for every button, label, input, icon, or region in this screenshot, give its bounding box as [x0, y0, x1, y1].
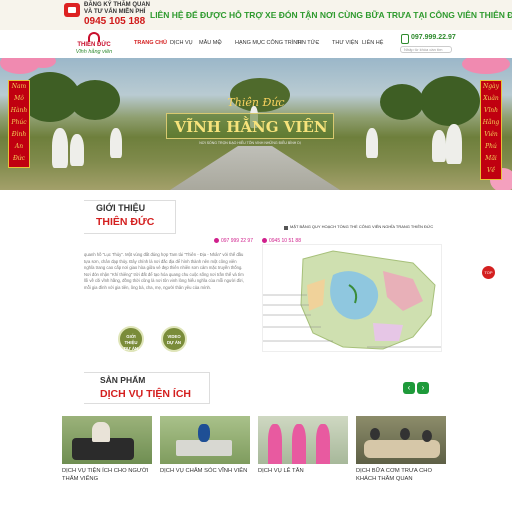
banner-subtitle: NƠI SỐNG TRỌN ĐẠO HIẾU TÔN VINH NHỮNG ĐI…: [199, 141, 301, 145]
service-card-reception[interactable]: [258, 416, 348, 464]
site-plan-illustration: [263, 250, 441, 350]
service-caption[interactable]: DỊCH VỤ CHĂM SÓC VĨNH VIỄN: [160, 467, 256, 475]
site-plan-map[interactable]: [262, 244, 442, 352]
intro-project-button[interactable]: GIỚI THIỆU DỰ ÁN: [118, 326, 144, 352]
register-line2: VÀ TƯ VẤN MIỄN PHÍ: [84, 9, 146, 15]
chevron-down-icon[interactable]: ▾: [218, 40, 220, 45]
promo-text: LIÊN HỆ ĐỂ ĐƯỢC HỖ TRỢ XE ĐÓN TẬN NƠI CÙ…: [150, 10, 512, 20]
phone-pill-1[interactable]: 097 999 22 97: [214, 237, 253, 245]
search-input[interactable]: Nhập từ khóa cần tìm: [400, 46, 452, 53]
service-card-lunch[interactable]: [356, 416, 446, 464]
site-logo[interactable]: THIÊN ĐỨC Vĩnh hằng viên: [66, 31, 122, 57]
video-project-button[interactable]: VIDEO DỰ ÁN: [161, 326, 187, 352]
chevron-down-icon[interactable]: ▾: [316, 40, 318, 45]
intro-subheading: THIÊN ĐỨC: [96, 216, 155, 228]
logo-subtitle: Vĩnh hằng viên: [75, 49, 113, 55]
nav-home[interactable]: TRANG CHỦ: [134, 40, 167, 46]
carousel-prev-button[interactable]: ‹: [403, 382, 415, 394]
nav-services[interactable]: DỊCH VỤ: [170, 40, 193, 46]
nav-phone[interactable]: 097.999.22.97: [411, 34, 456, 41]
hotline-number[interactable]: 0945 105 188: [84, 16, 145, 27]
service-caption[interactable]: DỊCH VỤ TIỆN ÍCH CHO NGƯỜI THĂM VIẾNG: [62, 467, 158, 483]
services-heading: SẢN PHẨM: [100, 375, 146, 385]
nav-contact[interactable]: LIÊN HỆ: [362, 40, 383, 46]
service-card-care[interactable]: [160, 416, 250, 464]
banner-title-box: VĨNH HẰNG VIÊN: [166, 113, 334, 139]
phone-icon: [214, 238, 219, 244]
logo-name: THIÊN ĐỨC: [77, 42, 111, 48]
register-line1: ĐĂNG KÝ THĂM QUAN: [84, 2, 150, 8]
hero-banner: Nam Mô Hành Phúc Đình An Đức Ngày Xuân Vĩnh Hằng V…: [0, 58, 512, 190]
banner-title: VĨNH HẰNG VIÊN: [174, 118, 328, 136]
phone-icon: [401, 34, 409, 44]
intro-text: quanh hồ "Lục Thủy". Một vùng đất đúng h…: [84, 252, 244, 290]
phone-icon: [262, 238, 267, 244]
go-to-top-button[interactable]: TOP: [482, 266, 495, 279]
service-caption[interactable]: DỊCH BỮA CƠM TRƯA CHO KHÁCH THĂM QUAN: [356, 467, 452, 483]
intro-heading: GIỚI THIỆU: [96, 203, 146, 213]
right-couplet: Ngày Xuân Vĩnh Hằng Viên Phú Mãi Về: [480, 80, 502, 180]
service-caption[interactable]: DỊCH VỤ LỄ TÂN: [258, 467, 354, 475]
logo-mark-icon: [88, 32, 100, 42]
banner-script-title: Thiên Đức: [227, 96, 285, 109]
nav-library[interactable]: THƯ VIỆN: [332, 40, 358, 46]
left-couplet: Nam Mô Hành Phúc Đình An Đức: [8, 80, 30, 168]
nav-projects[interactable]: HẠNG MỤC CÔNG TRÌNH: [235, 40, 301, 46]
map-title: MẶT BẰNG QUY HOẠCH TỔNG THỂ CÔNG VIÊN NG…: [290, 224, 434, 229]
top-bar: ĐĂNG KÝ THĂM QUAN VÀ TƯ VẤN MIỄN PHÍ 094…: [0, 0, 512, 30]
services-subheading: DỊCH VỤ TIỆN ÍCH: [100, 388, 192, 400]
carousel-next-button[interactable]: ›: [417, 382, 429, 394]
service-card-visitor[interactable]: [62, 416, 152, 464]
phone-icon: [64, 3, 80, 17]
arrow-icon: [284, 226, 288, 230]
